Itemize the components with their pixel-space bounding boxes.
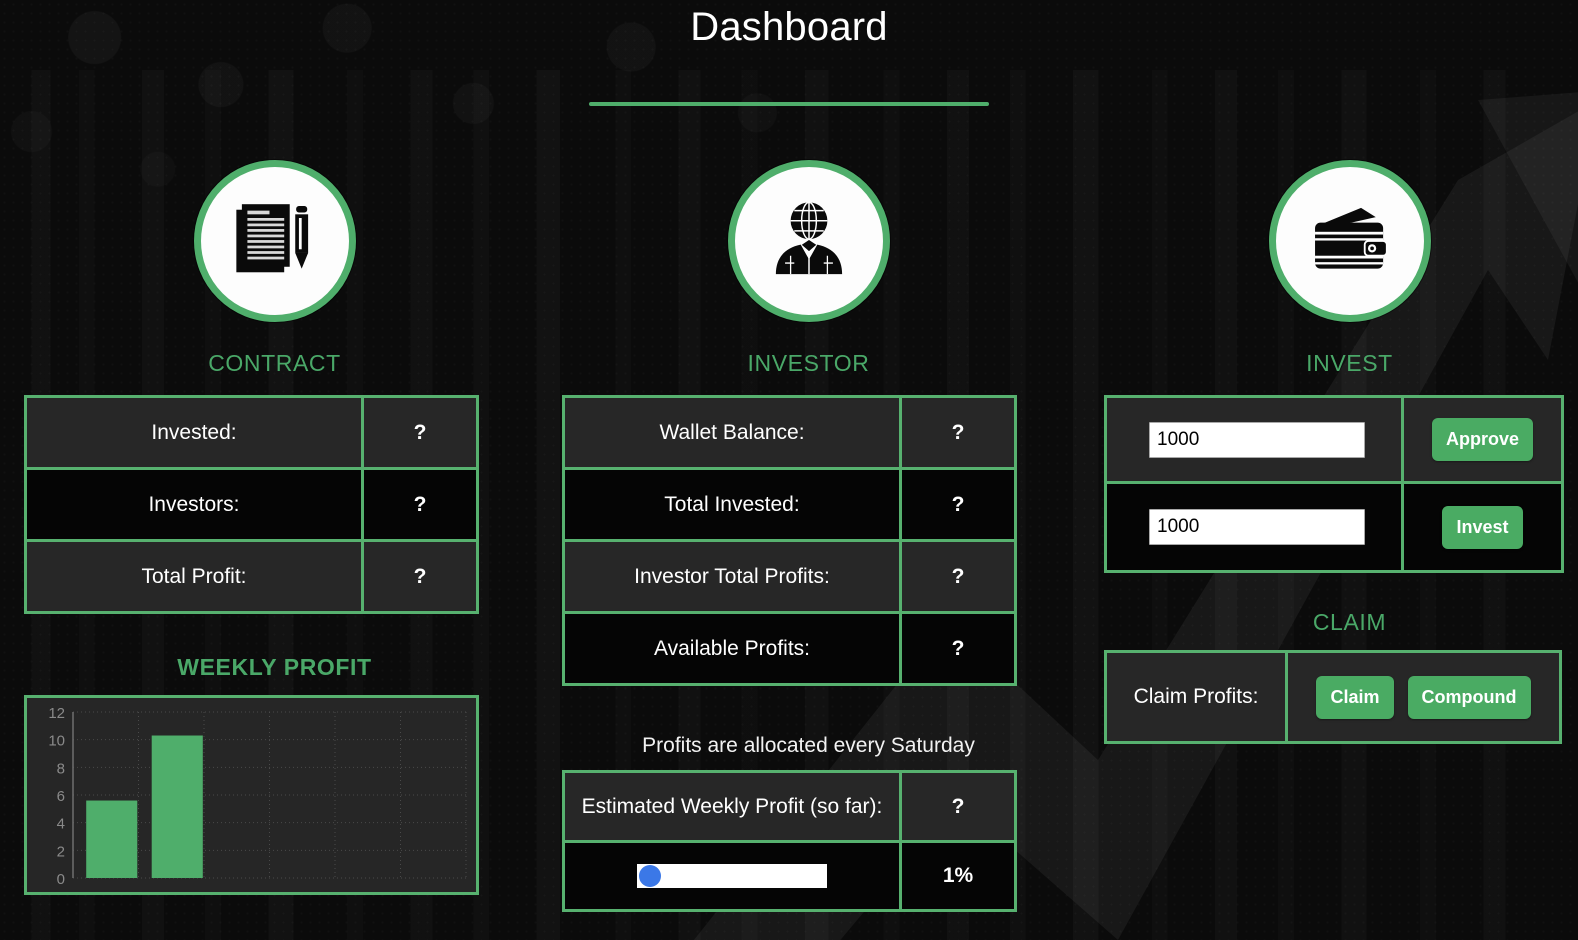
invest-input-cell <box>1107 484 1401 570</box>
row-value: ? <box>361 398 476 467</box>
table-row: Approve <box>1107 398 1561 484</box>
approve-button[interactable]: Approve <box>1431 418 1533 461</box>
investor-section-label: INVESTOR <box>747 350 870 376</box>
svg-text:6: 6 <box>57 788 65 805</box>
compound-button[interactable]: Compound <box>1407 675 1531 719</box>
table-row: Invest <box>1107 484 1561 570</box>
wallet-icon <box>1304 195 1396 287</box>
table-row: Estimated Weekly Profit (so far): ? <box>565 773 1014 843</box>
row-label: Wallet Balance: <box>659 420 805 444</box>
row-value: ? <box>361 470 476 539</box>
profit-allocation-note: Profits are allocated every Saturday <box>642 734 975 757</box>
investor-table: Wallet Balance: ? Total Invested: ? Inve… <box>562 395 1017 686</box>
row-value: ? <box>899 542 1014 611</box>
slider-percent-value: 1% <box>899 843 1014 909</box>
svg-text:0: 0 <box>57 871 65 888</box>
approve-amount-input[interactable] <box>1149 421 1365 458</box>
slider-thumb[interactable] <box>639 865 661 887</box>
row-label: Total Invested: <box>664 492 800 516</box>
table-row: Investor Total Profits: ? <box>565 542 1014 614</box>
invest-icon-wrap <box>1104 160 1578 322</box>
estimated-profit-table: Estimated Weekly Profit (so far): ? 1% <box>562 770 1017 912</box>
invest-column: INVEST Approve Invest <box>1090 160 1578 912</box>
claim-button[interactable]: Claim <box>1316 675 1394 719</box>
claim-section-heading: CLAIM <box>1312 609 1387 635</box>
approve-button-cell: Approve <box>1401 398 1561 481</box>
row-label: Investors: <box>148 492 240 516</box>
row-value: ? <box>361 542 476 611</box>
weekly-profit-chart: 0 2 4 6 8 10 12 <box>24 695 479 895</box>
svg-text:8: 8 <box>57 760 65 777</box>
table-row: Investors: ? <box>27 470 476 542</box>
investor-icon-circle <box>727 160 890 322</box>
slider-track[interactable] <box>637 864 827 888</box>
dashboard-columns: CONTRACT Invested: ? Investors: ? Total … <box>0 160 1578 912</box>
row-label: Invested: <box>151 420 237 444</box>
dashboard-page: Dashboard CONTRACT Invested: ? Investors… <box>0 0 1578 940</box>
table-row: Total Invested: ? <box>565 470 1014 542</box>
contract-table: Invested: ? Investors: ? Total Profit: ? <box>24 395 479 614</box>
investor-icon-wrap <box>556 160 1061 322</box>
claim-profits-label: Claim Profits: <box>1133 685 1259 708</box>
invest-section-label: INVEST <box>1306 350 1393 376</box>
page-title: Dashboard <box>690 5 888 49</box>
invest-button[interactable]: Invest <box>1442 505 1523 549</box>
row-label: Available Profits: <box>653 636 811 660</box>
row-value: ? <box>899 470 1014 539</box>
row-value: ? <box>899 614 1014 683</box>
claim-table: Claim Profits: Claim Compound <box>1104 650 1562 744</box>
claim-actions: Claim Compound <box>1285 653 1559 741</box>
contract-icon-circle <box>193 160 356 322</box>
weekly-profit-heading: WEEKLY PROFIT <box>177 654 372 680</box>
table-row: Invested: ? <box>27 398 476 470</box>
row-label: Total Profit: <box>141 564 247 588</box>
approve-input-cell <box>1107 398 1401 481</box>
table-row: Claim Profits: Claim Compound <box>1107 653 1559 741</box>
contract-icon-wrap <box>22 160 527 322</box>
table-row: Wallet Balance: ? <box>565 398 1014 470</box>
invest-icon-circle <box>1268 160 1431 322</box>
contract-column: CONTRACT Invested: ? Investors: ? Total … <box>22 160 527 912</box>
table-row: Available Profits: ? <box>565 614 1014 683</box>
contract-section-label: CONTRACT <box>208 350 341 376</box>
invest-table: Approve Invest <box>1104 395 1564 573</box>
invest-button-cell: Invest <box>1401 484 1561 570</box>
table-row: Total Profit: ? <box>27 542 476 611</box>
estimated-weekly-profit-label: Estimated Weekly Profit (so far): <box>581 794 883 818</box>
svg-text:12: 12 <box>48 705 65 722</box>
invest-amount-input[interactable] <box>1149 509 1365 545</box>
estimated-weekly-profit-value: ? <box>899 773 1014 840</box>
weekly-progress-slider[interactable] <box>565 843 899 909</box>
investor-column: INVESTOR Wallet Balance: ? Total Investe… <box>556 160 1061 912</box>
investor-globe-person-icon <box>763 195 855 287</box>
svg-text:10: 10 <box>48 733 65 750</box>
title-divider <box>589 102 989 106</box>
contract-document-pen-icon <box>229 195 321 287</box>
svg-text:2: 2 <box>57 843 65 860</box>
row-value: ? <box>899 398 1014 467</box>
svg-text:4: 4 <box>57 816 65 833</box>
table-row: 1% <box>565 843 1014 909</box>
row-label: Investor Total Profits: <box>634 564 830 588</box>
